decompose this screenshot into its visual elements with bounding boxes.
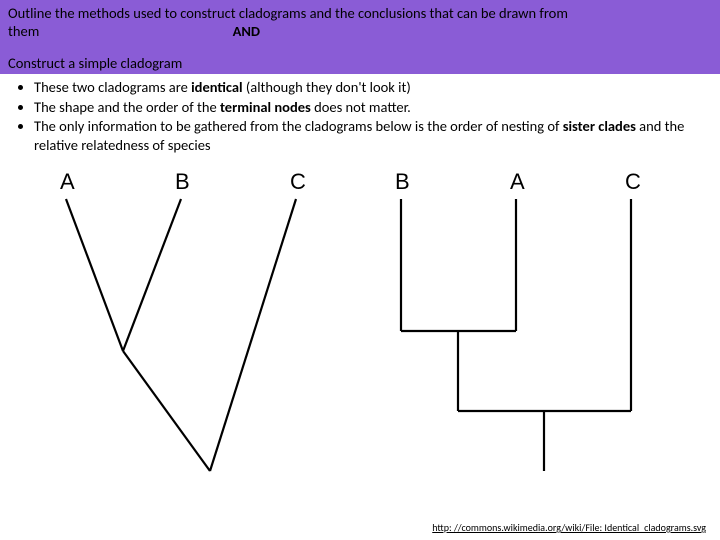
left-label-c: C xyxy=(290,169,306,194)
bullet-2: The shape and the order of the terminal … xyxy=(34,98,710,117)
bullet-1: These two cladograms are identical (alth… xyxy=(34,78,710,97)
cladogram-svg: A B C B A C xyxy=(0,161,720,501)
bullet-3-bold: sister clades xyxy=(563,117,636,135)
right-label-c: C xyxy=(625,169,641,194)
bullet-3: The only information to be gathered from… xyxy=(34,117,710,154)
bullet-2-post: does not matter. xyxy=(311,98,411,116)
bullet-2-bold: terminal nodes xyxy=(220,98,311,116)
left-label-b: B xyxy=(175,169,190,194)
right-cladogram: B A C xyxy=(395,169,641,471)
slide-header: Outline the methods used to construct cl… xyxy=(0,0,720,74)
bullet-1-bold: identical xyxy=(191,78,242,96)
left-branch-b xyxy=(123,199,181,351)
bullet-2-pre: The shape and the order of the xyxy=(34,98,220,116)
left-branch-c xyxy=(210,199,296,471)
bullet-list: These two cladograms are identical (alth… xyxy=(0,74,720,154)
header-line-2: Construct a simple cladogram xyxy=(8,54,712,72)
header-text-1a: Outline the methods used to construct cl… xyxy=(8,4,568,22)
header-line-1: Outline the methods used to construct cl… xyxy=(8,4,712,40)
left-label-a: A xyxy=(60,169,75,194)
bullet-3-pre: The only information to be gathered from… xyxy=(34,117,563,135)
right-label-a: A xyxy=(510,169,525,194)
bullet-1-pre: These two cladograms are xyxy=(34,78,191,96)
left-branch-a xyxy=(66,199,123,351)
right-label-b: B xyxy=(395,169,410,194)
left-cladogram: A B C xyxy=(60,169,306,471)
header-and: AND xyxy=(233,22,260,40)
cladogram-diagrams: A B C B A C xyxy=(0,161,720,501)
source-link[interactable]: http: //commons.wikimedia.org/wiki/File:… xyxy=(432,521,706,534)
left-stem-ab xyxy=(123,351,210,471)
bullet-1-post: (although they don't look it) xyxy=(243,78,411,96)
header-text-1b: them xyxy=(8,22,39,40)
